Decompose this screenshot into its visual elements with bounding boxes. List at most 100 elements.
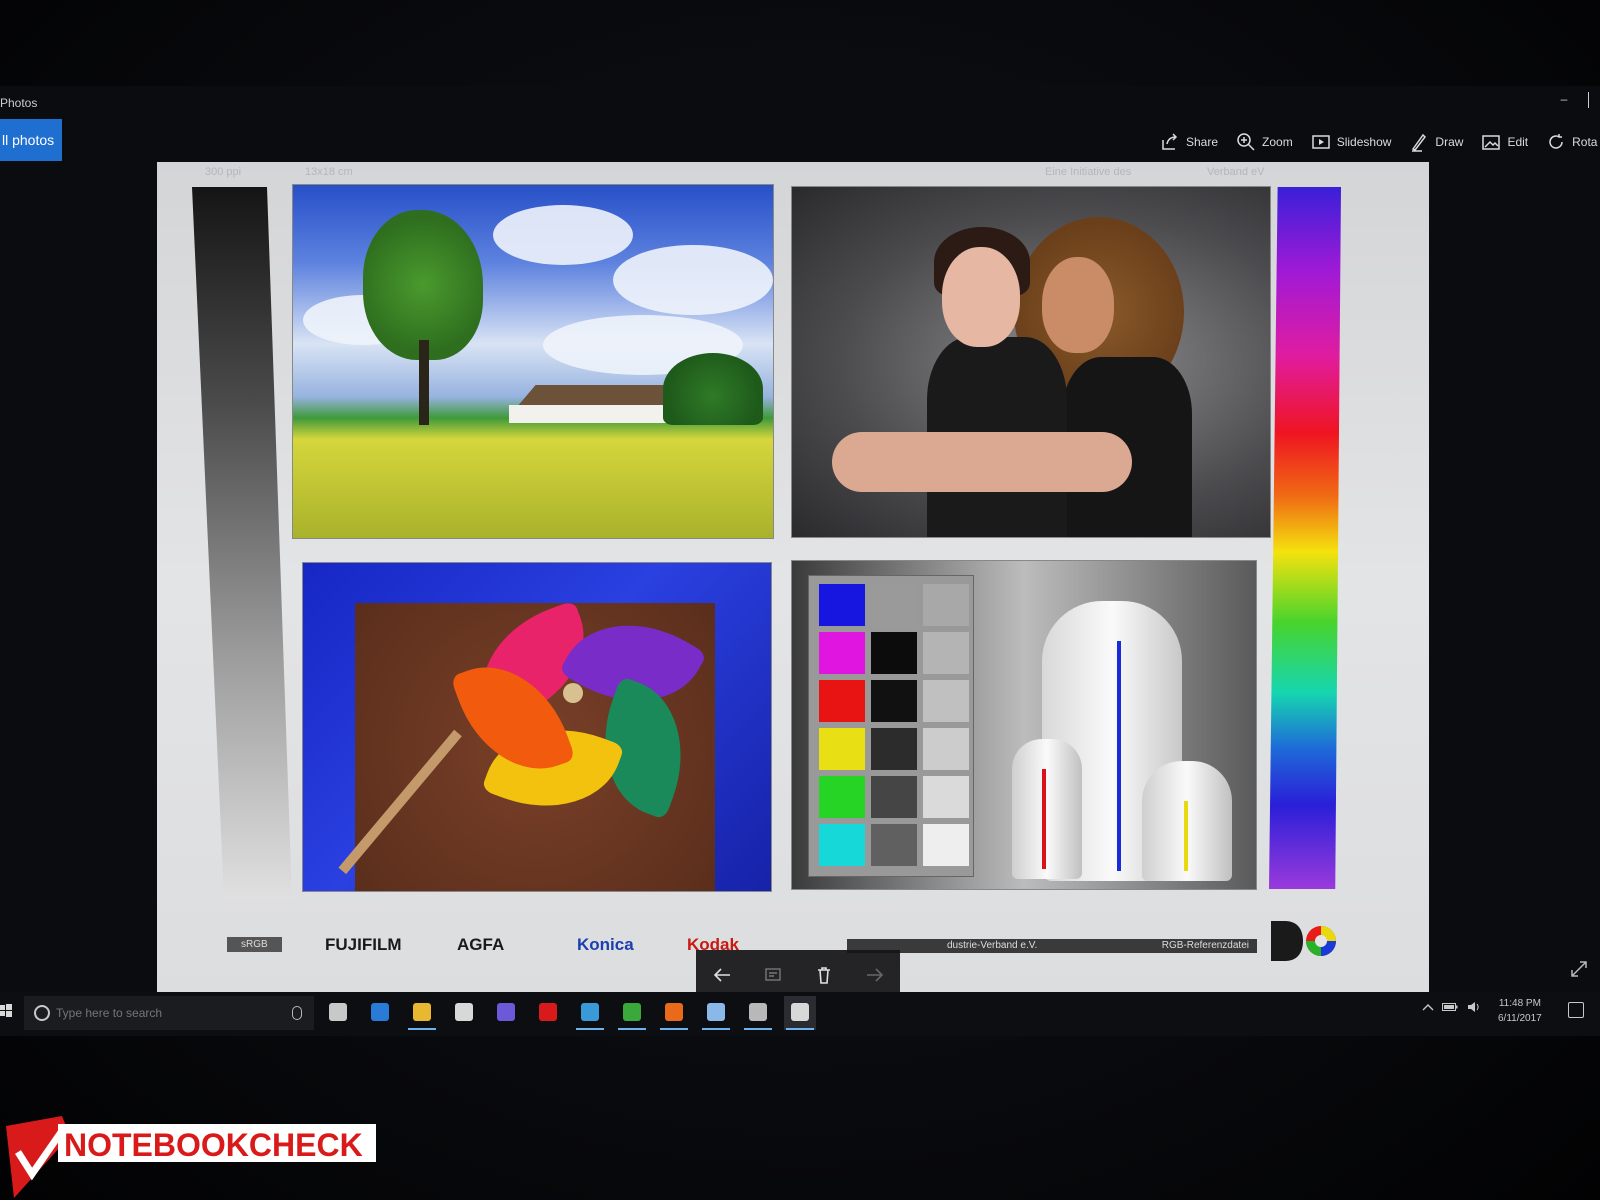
face-left xyxy=(942,247,1020,347)
color-swatch xyxy=(819,584,865,626)
color-swatch xyxy=(923,584,969,626)
cortana-icon xyxy=(34,1005,50,1021)
trees xyxy=(663,353,763,425)
face-right xyxy=(1042,257,1114,353)
action-center-icon[interactable] xyxy=(1568,1002,1584,1018)
slideshow-button[interactable]: Slideshow xyxy=(1311,132,1392,152)
tree-trunk xyxy=(419,340,429,425)
color-swatch xyxy=(923,632,969,674)
rotate-button[interactable]: Rota xyxy=(1546,132,1597,152)
cloud xyxy=(493,205,633,265)
sheet-top-labels: 300 ppi 13x18 cm Eine Initiative des Ver… xyxy=(157,162,1429,184)
cup-right xyxy=(1142,761,1232,881)
displayed-photo[interactable]: 300 ppi 13x18 cm Eine Initiative des Ver… xyxy=(157,162,1429,1000)
zoom-icon xyxy=(1237,133,1255,151)
color-swatch xyxy=(871,824,917,866)
rotate-label: Rota xyxy=(1572,135,1598,149)
taskbar-app-app-light[interactable] xyxy=(700,996,732,1030)
photo-of-monitor: Photos – ll photos Share Zoom Slideshow … xyxy=(0,0,1600,1200)
taskbar-app-photos[interactable] xyxy=(784,996,816,1030)
app-title: Photos xyxy=(0,96,38,110)
search-input[interactable] xyxy=(56,999,276,1027)
taskbar: 11:48 PM 6/11/2017 xyxy=(0,992,1600,1036)
draw-icon xyxy=(1412,133,1427,152)
konica-logo: Konica xyxy=(577,935,634,954)
draw-button[interactable]: Draw xyxy=(1409,132,1463,152)
app-orange-icon xyxy=(665,1003,683,1021)
label-ppi: 300 ppi xyxy=(205,166,242,178)
taskbar-app-app-orange[interactable] xyxy=(658,996,690,1030)
taskbar-app-file-explorer[interactable] xyxy=(406,996,438,1030)
color-swatch xyxy=(871,680,917,722)
color-swatch xyxy=(871,584,917,626)
label-verband: Verband eV xyxy=(1207,166,1265,178)
info-icon[interactable] xyxy=(762,964,784,986)
taskbar-app-edge[interactable] xyxy=(364,996,396,1030)
reference-bar: dustrie-Verband e.V. RGB-Referenzdatei xyxy=(847,939,1257,953)
microphone-icon[interactable] xyxy=(292,1006,302,1020)
color-swatch xyxy=(819,632,865,674)
farmhouse xyxy=(505,385,675,423)
photos-icon xyxy=(791,1003,809,1021)
all-photos-button[interactable]: ll photos xyxy=(0,119,62,161)
expand-icon[interactable] xyxy=(1570,960,1588,978)
mcafee-icon xyxy=(539,1003,557,1021)
forward-arrow-icon[interactable] xyxy=(864,964,886,986)
reference-right-text: RGB-Referenzdatei xyxy=(1161,940,1249,951)
browser-icon xyxy=(497,1003,515,1021)
color-swatch xyxy=(819,680,865,722)
clock-time: 11:48 PM xyxy=(1498,998,1541,1009)
landscape-photo xyxy=(292,184,774,539)
edit-icon xyxy=(1482,135,1501,150)
color-swatch xyxy=(923,824,969,866)
maximize-button[interactable] xyxy=(1588,92,1600,108)
color-swatch xyxy=(923,680,969,722)
gray-ramp xyxy=(192,187,292,899)
label-initiative: Eine Initiative des xyxy=(1045,166,1132,178)
taskbar-search[interactable] xyxy=(24,996,314,1030)
clock[interactable]: 11:48 PM 6/11/2017 xyxy=(1498,996,1542,1026)
color-swatch xyxy=(923,776,969,818)
notebookcheck-watermark: NOTEBOOKCHECK xyxy=(6,1116,376,1198)
share-button[interactable]: Share xyxy=(1160,132,1218,152)
tree xyxy=(363,210,483,360)
color-swatch xyxy=(923,728,969,770)
pinwheel-center xyxy=(563,683,583,703)
taskbar-app-app-gray[interactable] xyxy=(742,996,774,1030)
cup-left xyxy=(1012,739,1082,879)
color-spectrum-bar xyxy=(1269,187,1341,889)
clock-date: 6/11/2017 xyxy=(1498,1013,1542,1024)
edit-button[interactable]: Edit xyxy=(1481,132,1528,152)
color-swatch xyxy=(819,728,865,770)
screen: Photos – ll photos Share Zoom Slideshow … xyxy=(0,86,1600,1036)
taskbar-app-browser[interactable] xyxy=(490,996,522,1030)
edge-icon xyxy=(371,1003,389,1021)
ceramic-photo xyxy=(791,560,1257,890)
share-label: Share xyxy=(1186,135,1219,149)
roof xyxy=(518,385,675,405)
battery-icon[interactable] xyxy=(1442,1002,1458,1012)
taskbar-app-store[interactable] xyxy=(448,996,480,1030)
draw-label: Draw xyxy=(1435,135,1464,149)
taskbar-app-task-view[interactable] xyxy=(322,996,354,1030)
share-icon xyxy=(1162,133,1178,150)
slideshow-label: Slideshow xyxy=(1336,135,1392,149)
reference-left-text: dustrie-Verband e.V. xyxy=(947,940,1038,951)
color-swatch-panel xyxy=(808,575,974,877)
app-green-icon xyxy=(623,1003,641,1021)
watermark-text: NOTEBOOKCHECK xyxy=(64,1127,363,1163)
minimize-button[interactable]: – xyxy=(1556,92,1572,108)
delete-icon[interactable] xyxy=(813,964,835,986)
fujifilm-logo: FUJIFILM xyxy=(325,935,402,954)
color-swatch xyxy=(819,776,865,818)
chevron-up-icon[interactable] xyxy=(1422,1002,1434,1012)
taskbar-app-mcafee[interactable] xyxy=(532,996,564,1030)
srgb-label: sRGB xyxy=(227,937,282,952)
windows-start-icon[interactable] xyxy=(0,1004,12,1018)
task-view-icon xyxy=(329,1003,347,1021)
zoom-button[interactable]: Zoom xyxy=(1236,132,1293,152)
taskbar-app-app-green[interactable] xyxy=(616,996,648,1030)
volume-icon[interactable] xyxy=(1466,1000,1480,1014)
taskbar-app-app-blue[interactable] xyxy=(574,996,606,1030)
back-arrow-icon[interactable] xyxy=(711,964,733,986)
